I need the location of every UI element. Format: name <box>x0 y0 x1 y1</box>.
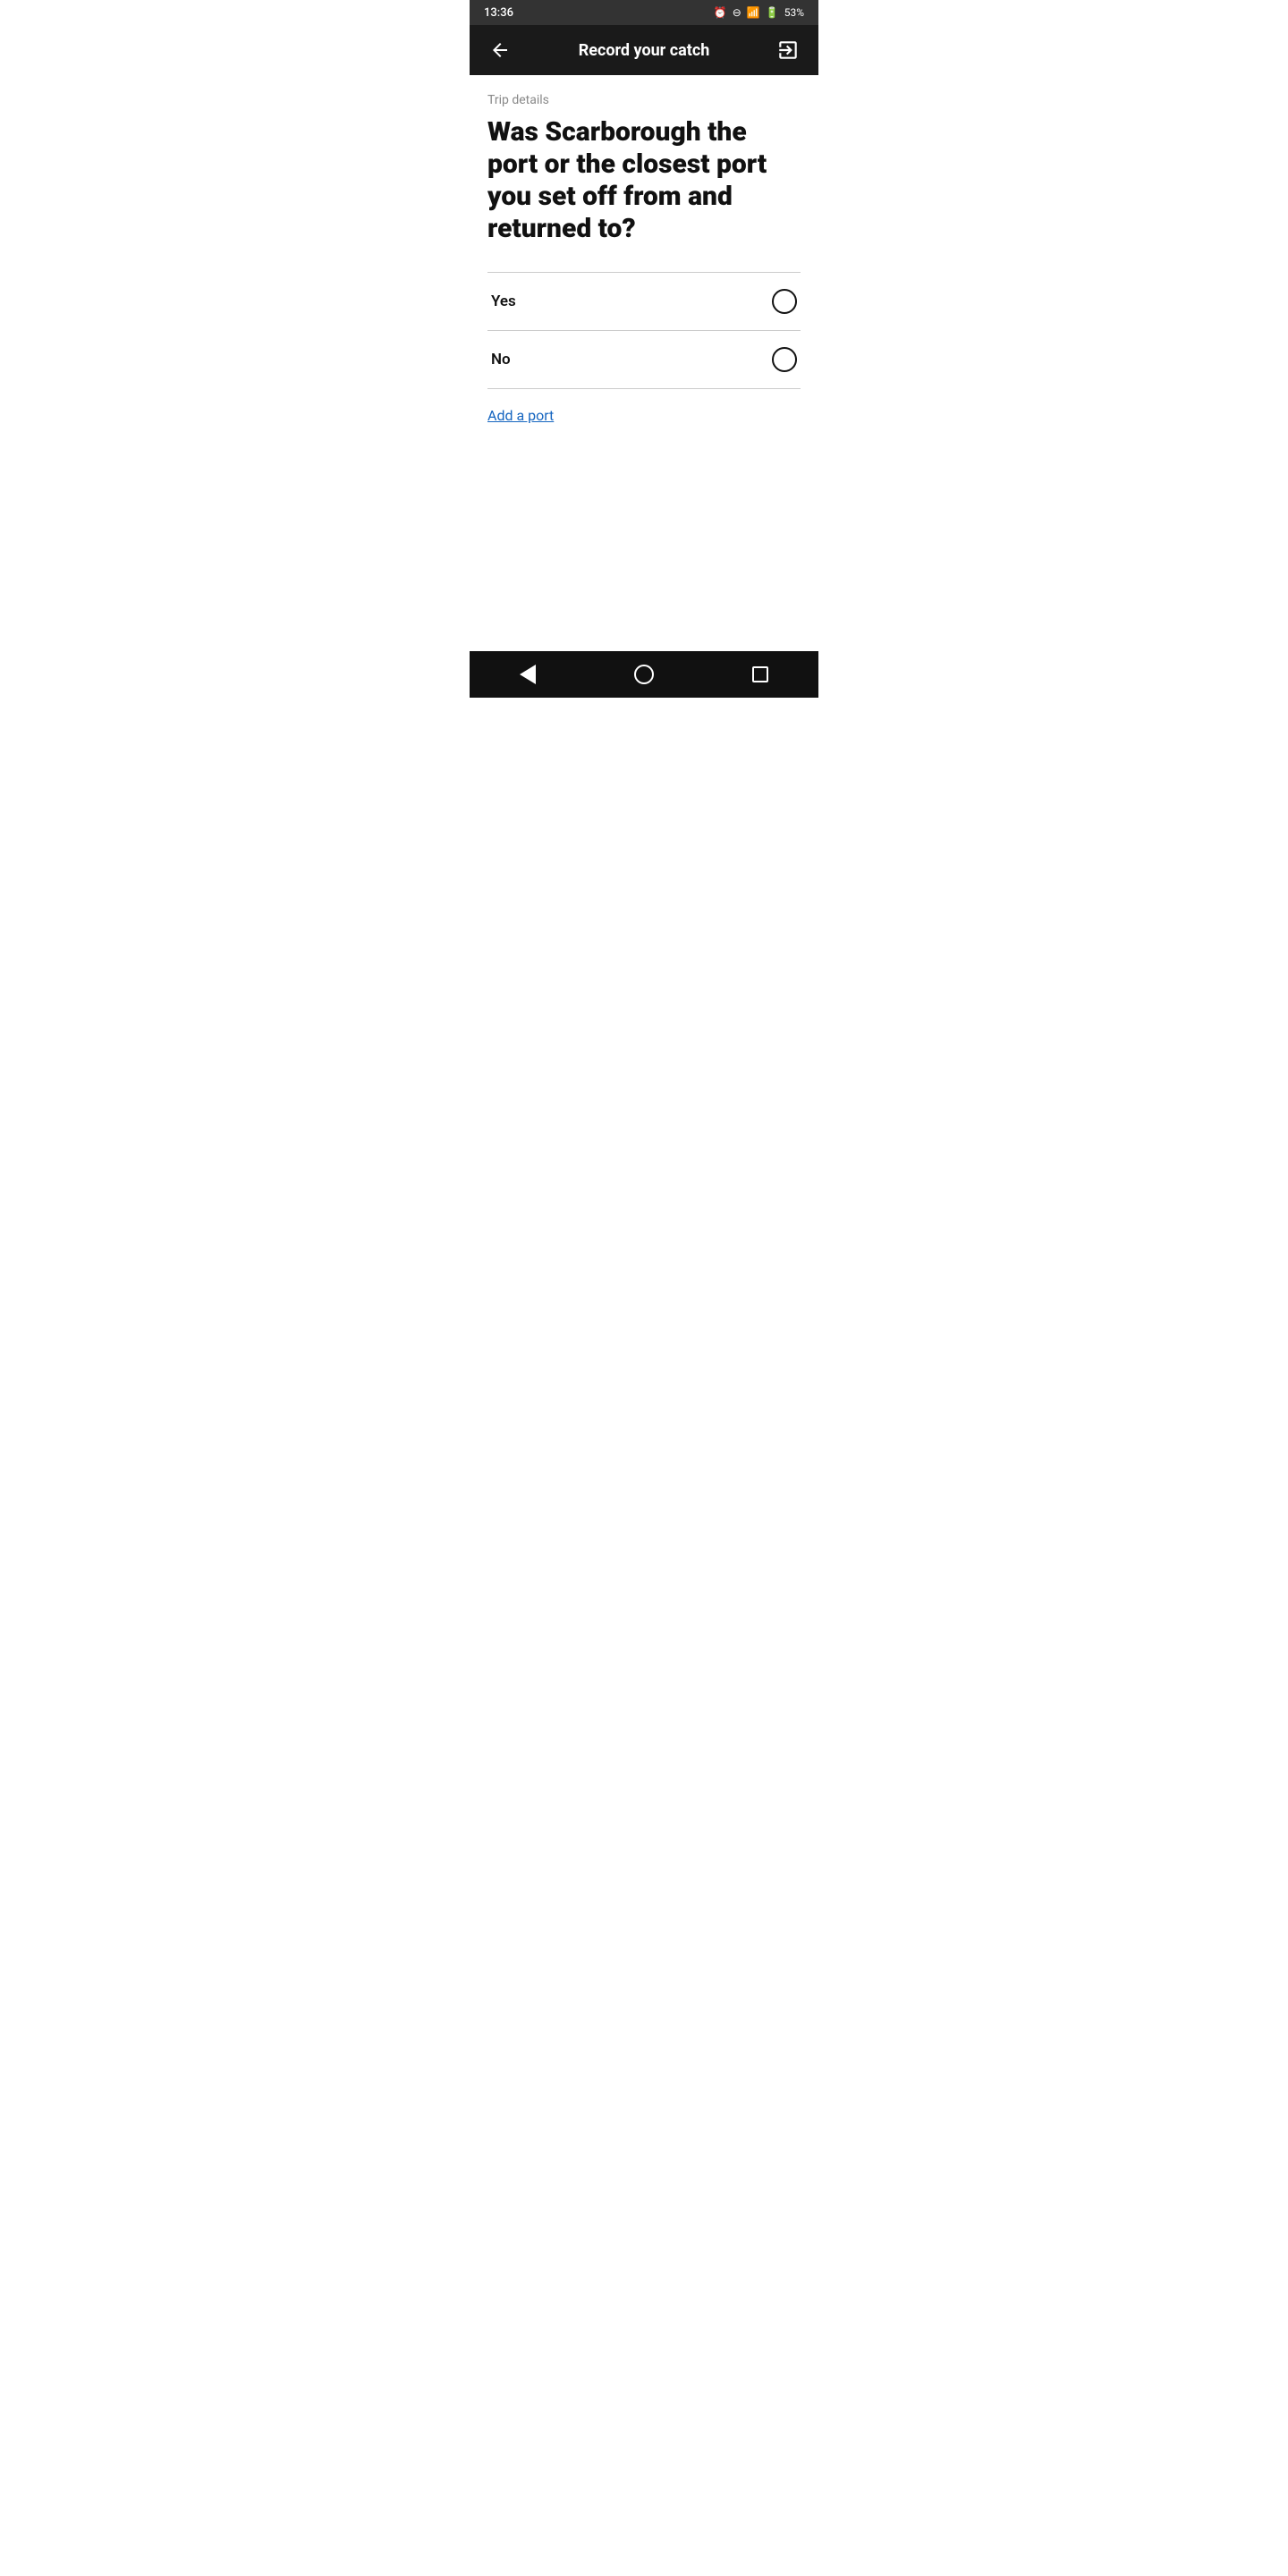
dnd-icon: ⊖ <box>733 6 741 19</box>
radio-label-yes: Yes <box>491 292 516 310</box>
section-label: Trip details <box>487 93 801 107</box>
signal-icon: 📶 <box>747 6 760 19</box>
radio-circle-no[interactable] <box>772 347 797 372</box>
nav-recents-icon <box>752 666 768 682</box>
radio-circle-yes[interactable] <box>772 289 797 314</box>
main-content: Trip details Was Scarborough the port or… <box>470 75 818 651</box>
question-text: Was Scarborough the port or the closest … <box>487 116 801 245</box>
divider-bottom <box>487 388 801 389</box>
radio-option-yes[interactable]: Yes <box>487 273 801 330</box>
radio-option-no[interactable]: No <box>487 331 801 388</box>
battery-icon: 🔋 <box>766 6 779 19</box>
alarm-icon: ⏰ <box>714 6 727 19</box>
battery-percentage: 53% <box>784 6 804 19</box>
app-bar: Record your catch <box>470 25 818 75</box>
bottom-nav <box>470 651 818 698</box>
exit-button[interactable] <box>772 34 804 66</box>
status-bar: 13:36 ⏰ ⊖ 📶 🔋 53% <box>470 0 818 25</box>
nav-recents-button[interactable] <box>733 651 787 698</box>
status-icons: ⏰ ⊖ 📶 🔋 53% <box>714 6 804 19</box>
nav-back-icon <box>520 665 536 684</box>
radio-label-no: No <box>491 351 511 369</box>
nav-home-icon <box>634 665 654 684</box>
add-port-link[interactable]: Add a port <box>487 407 554 424</box>
status-time: 13:36 <box>484 6 513 20</box>
nav-home-button[interactable] <box>617 651 671 698</box>
nav-back-button[interactable] <box>501 651 555 698</box>
back-button[interactable] <box>484 34 516 66</box>
app-bar-title: Record your catch <box>579 41 710 60</box>
